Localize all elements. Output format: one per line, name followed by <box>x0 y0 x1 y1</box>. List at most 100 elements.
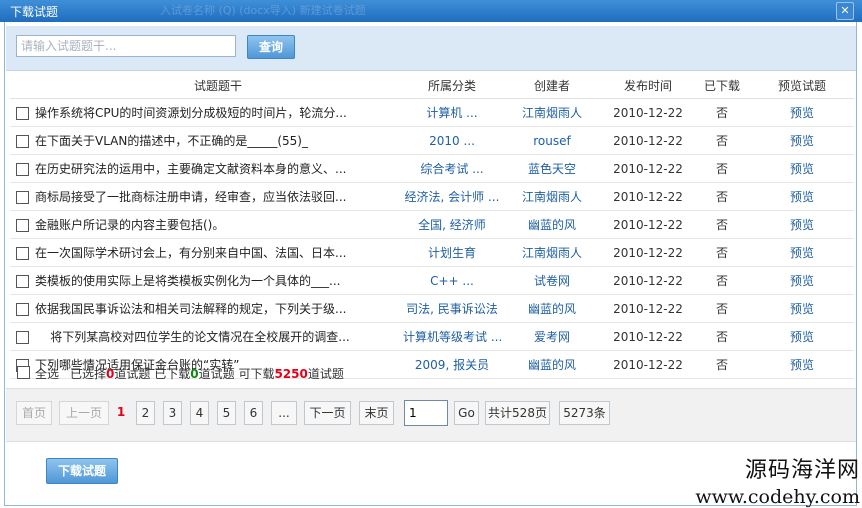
table-row: 类模板的使用实际上是将类模板实例化为一个具体的___... C++ ... 试卷网 2… <box>10 266 854 295</box>
category-link[interactable]: C++ ... <box>402 266 502 295</box>
preview-link[interactable]: 预览 <box>750 154 854 183</box>
category-link[interactable]: 全国, 经济师 <box>402 210 502 239</box>
table-row: 将下列某高校对四位学生的论文情况在全校展开的调查... 计算机等级考试 ... 爱考… <box>10 322 854 351</box>
publish-date: 2010-12-22 <box>602 266 694 295</box>
search-button[interactable]: 查询 <box>247 35 295 59</box>
page-link[interactable]: 2 <box>136 401 155 425</box>
question-title: 商标局接受了一批商标注册申请，经审查，应当依法驳回... <box>34 182 402 211</box>
header-category: 所属分类 <box>402 72 502 99</box>
question-title: 操作系统将CPU的时间资源划分成极短的时间片，轮流分... <box>34 98 402 127</box>
preview-link[interactable]: 预览 <box>750 266 854 295</box>
page-ellipsis[interactable]: ... <box>271 401 297 425</box>
publish-date: 2010-12-22 <box>602 182 694 211</box>
table-row: 在下面关于VLAN的描述中，不正确的是_____(55)_ 2010 ... rou… <box>10 126 854 155</box>
category-link[interactable]: 综合考试 ... <box>402 154 502 183</box>
author-link[interactable]: 幽蓝的风 <box>502 294 602 323</box>
author-link[interactable]: 江南烟雨人 <box>502 182 602 211</box>
question-title: 金融账户所记录的内容主要包括()。 <box>34 210 402 239</box>
table-row: 操作系统将CPU的时间资源划分成极短的时间片，轮流分... 计算机 ... 江南烟雨… <box>10 98 854 127</box>
publish-date: 2010-12-22 <box>602 154 694 183</box>
publish-date: 2010-12-22 <box>602 294 694 323</box>
row-checkbox[interactable] <box>15 106 29 120</box>
table-row: 在一次国际学术研讨会上，有分别来自中国、法国、日本... 计划生育 江南烟雨人 201… <box>10 238 854 267</box>
question-title: 在一次国际学术研讨会上，有分别来自中国、法国、日本... <box>34 238 402 267</box>
page-link[interactable]: 4 <box>190 401 209 425</box>
header-date: 发布时间 <box>602 72 694 99</box>
preview-link[interactable]: 预览 <box>750 182 854 211</box>
question-title: 类模板的使用实际上是将类模板实例化为一个具体的___... <box>34 266 402 295</box>
select-all-checkbox[interactable] <box>17 366 30 379</box>
author-link[interactable]: rousef <box>502 126 602 155</box>
preview-link[interactable]: 预览 <box>750 322 854 351</box>
downloaded-prefix: 已下载 <box>154 367 191 381</box>
page-link[interactable]: 3 <box>163 401 182 425</box>
watermark: 源码海洋网 www.codehy.com <box>695 452 860 508</box>
question-title: 依据我国民事诉讼法和相关司法解释的规定，下列关于级... <box>34 294 402 323</box>
selected-prefix: 已选择 <box>70 367 107 381</box>
close-icon[interactable]: ✕ <box>836 2 854 20</box>
prev-page-button[interactable]: 上一页 <box>59 401 109 425</box>
downloaded-status: 否 <box>694 182 750 211</box>
last-page-button[interactable]: 末页 <box>359 401 394 425</box>
row-checkbox[interactable] <box>15 330 29 344</box>
available-count: 5250 <box>274 367 308 381</box>
table-header-row: 试题题干 所属分类 创建者 发布时间 已下载 预览试题 <box>10 72 854 99</box>
publish-date: 2010-12-22 <box>602 126 694 155</box>
header-preview: 预览试题 <box>750 72 854 99</box>
category-link[interactable]: 经济法, 会计师 ... <box>402 182 502 211</box>
author-link[interactable]: 蓝色天空 <box>502 154 602 183</box>
preview-link[interactable]: 预览 <box>750 238 854 267</box>
row-checkbox[interactable] <box>15 190 29 204</box>
downloaded-count: 0 <box>190 367 199 381</box>
downloaded-status: 否 <box>694 294 750 323</box>
search-input[interactable] <box>16 35 236 57</box>
author-link[interactable]: 江南烟雨人 <box>502 238 602 267</box>
preview-link[interactable]: 预览 <box>750 294 854 323</box>
row-checkbox[interactable] <box>15 134 29 148</box>
first-page-button[interactable]: 首页 <box>16 401 52 425</box>
author-link[interactable]: 爱考网 <box>502 322 602 351</box>
question-table: 试题题干 所属分类 创建者 发布时间 已下载 预览试题 操作系统将CPU的时间资… <box>10 72 854 379</box>
author-link[interactable]: 试卷网 <box>502 266 602 295</box>
author-link[interactable]: 江南烟雨人 <box>502 98 602 127</box>
page-link[interactable]: 5 <box>217 401 236 425</box>
category-link[interactable]: 司法, 民事诉讼法 <box>402 294 502 323</box>
available-suffix: 道试题 <box>307 367 344 381</box>
selection-summary: 已选择0道试题 已下载0道试题 可下载5250道试题 <box>70 365 344 382</box>
search-bar: 查询 <box>6 26 856 71</box>
row-checkbox[interactable] <box>15 302 29 316</box>
page-link[interactable]: 6 <box>244 401 263 425</box>
row-checkbox[interactable] <box>15 274 29 288</box>
select-all-label[interactable]: 全选 <box>35 365 59 382</box>
preview-link[interactable]: 预览 <box>750 98 854 127</box>
category-link[interactable]: 计划生育 <box>402 238 502 267</box>
preview-link[interactable]: 预览 <box>750 126 854 155</box>
downloaded-status: 否 <box>694 210 750 239</box>
table-row: 依据我国民事诉讼法和相关司法解释的规定，下列关于级... 司法, 民事诉讼法 幽蓝的… <box>10 294 854 323</box>
downloaded-status: 否 <box>694 266 750 295</box>
available-prefix: 可下载 <box>238 367 275 381</box>
next-page-button[interactable]: 下一页 <box>304 401 351 425</box>
row-checkbox[interactable] <box>15 246 29 260</box>
table-row: 在历史研究法的运用中，主要确定文献资料本身的意义、... 综合考试 ... 蓝色天空… <box>10 154 854 183</box>
preview-link[interactable]: 预览 <box>750 210 854 239</box>
downloaded-status: 否 <box>694 98 750 127</box>
table-row: 金融账户所记录的内容主要包括()。 全国, 经济师 幽蓝的风 2010-12-22 否预… <box>10 210 854 239</box>
row-checkbox[interactable] <box>15 162 29 176</box>
download-button[interactable]: 下载试题 <box>46 458 118 484</box>
watermark-line1: 源码海洋网 <box>744 458 860 483</box>
category-link[interactable]: 计算机等级考试 ... <box>402 322 502 351</box>
category-link[interactable]: 2010 ... <box>402 126 502 155</box>
current-page: 1 <box>116 405 126 419</box>
window-title: 下载试题 <box>10 5 59 19</box>
go-button[interactable]: Go <box>454 401 479 425</box>
header-author: 创建者 <box>502 72 602 99</box>
total-pages: 共计528页 <box>485 401 550 425</box>
question-title: 将下列某高校对四位学生的论文情况在全校展开的调查... <box>34 322 402 351</box>
question-title: 在历史研究法的运用中，主要确定文献资料本身的意义、... <box>34 154 402 183</box>
category-link[interactable]: 计算机 ... <box>402 98 502 127</box>
page-number-input[interactable] <box>404 400 448 426</box>
background-ghost-text: 入试卷名称 (Q) (docx导入) 新建试卷试题 <box>160 4 366 17</box>
row-checkbox[interactable] <box>15 218 29 232</box>
author-link[interactable]: 幽蓝的风 <box>502 210 602 239</box>
